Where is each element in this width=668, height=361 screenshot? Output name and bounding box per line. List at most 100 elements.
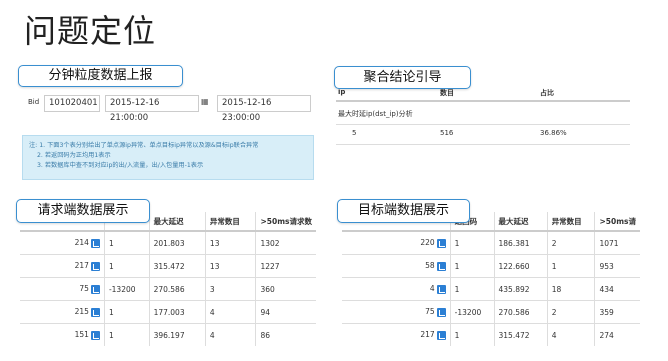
chart-link-icon[interactable] (90, 330, 100, 340)
table-row[interactable]: 75 -13200 270.586 3 360 (20, 277, 316, 301)
abnormal-count-cell: 2 (546, 230, 595, 255)
table-row[interactable]: 217 1 315.472 4 274 (342, 323, 640, 346)
calendar-icon[interactable]: ▦ (201, 97, 209, 106)
ip-cell: 75 (342, 300, 451, 324)
section-label-upload: 分钟粒度数据上报 (18, 65, 183, 87)
section-label-target: 目标端数据展示 (337, 199, 470, 223)
note-line: 3. 若数据库中查不到对应ip的出/入流量，出/入包量用-1表示 (37, 162, 204, 169)
chart-link-icon[interactable] (90, 261, 100, 271)
abnormal-count-cell: 13 (204, 230, 256, 255)
divider (336, 124, 630, 125)
ip-cell: 215 (20, 300, 105, 324)
max-delay-cell: 122.660 (493, 254, 548, 278)
chart-link-icon[interactable] (436, 284, 446, 294)
ip-cell: 220 (342, 230, 451, 255)
chart-link-icon[interactable] (90, 238, 100, 248)
slow-request-cell: 86 (255, 323, 316, 346)
code-cell: 1 (103, 323, 150, 346)
max-delay-cell: 315.472 (148, 254, 206, 278)
chart-link-icon[interactable] (436, 307, 446, 317)
table-row[interactable]: 217 1 315.472 13 1227 (20, 254, 316, 278)
conclusion-header-count: 数目 (440, 89, 454, 97)
ip-cell: 217 (20, 254, 105, 278)
abnormal-count-cell: 4 (204, 323, 256, 346)
chart-link-icon[interactable] (436, 330, 446, 340)
chart-link-icon[interactable] (90, 307, 100, 317)
divider (336, 100, 630, 102)
code-cell: 1 (449, 277, 495, 301)
max-delay-cell: 177.003 (148, 300, 206, 324)
note-box: 注: 1. 下面3个表分别给出了单点源ip异常、单点目标ip异常以及源&目标ip… (22, 135, 314, 180)
max-delay-cell: 396.197 (148, 323, 206, 346)
col-header: 异常数目 (546, 212, 595, 232)
conclusion-header-ratio: 占比 (540, 89, 554, 97)
table-row[interactable]: 58 1 122.660 1 953 (342, 254, 640, 278)
code-cell: 1 (103, 230, 150, 255)
conclusion-ip-value: 5 (352, 129, 357, 137)
bid-input[interactable]: 101020401 (44, 95, 100, 112)
code-cell: 1 (103, 254, 150, 278)
section-label-request: 请求端数据展示 (16, 199, 150, 223)
chart-link-icon[interactable] (436, 238, 446, 248)
code-cell: 1 (449, 230, 495, 255)
ip-cell: 75 (20, 277, 105, 301)
table-row[interactable]: 4 1 435.892 18 434 (342, 277, 640, 301)
slow-request-cell: 1227 (255, 254, 316, 278)
ip-cell: 58 (342, 254, 451, 278)
conclusion-subtitle: 最大时延ip(dst_ip)分析 (338, 110, 413, 118)
abnormal-count-cell: 18 (546, 277, 595, 301)
ip-cell: 4 (342, 277, 451, 301)
col-header: 最大延迟 (148, 212, 206, 232)
table-row[interactable]: 75 -13200 270.586 2 359 (342, 300, 640, 324)
col-header: 异常数目 (204, 212, 256, 232)
max-delay-cell: 186.381 (493, 230, 548, 255)
end-time-input[interactable]: 2015-12-16 23:00:00 (217, 95, 311, 123)
abnormal-count-cell: 4 (546, 323, 595, 346)
max-delay-cell: 201.803 (148, 230, 206, 255)
slow-request-cell: 94 (255, 300, 316, 324)
slow-request-cell: 953 (594, 254, 640, 278)
ip-cell: 214 (20, 230, 105, 255)
slow-request-cell: 359 (594, 300, 640, 324)
code-cell: 1 (103, 300, 150, 324)
table-row[interactable]: 215 1 177.003 4 94 (20, 300, 316, 324)
max-delay-cell: 270.586 (493, 300, 548, 324)
conclusion-ratio-value: 36.86% (540, 129, 567, 137)
max-delay-cell: 270.586 (148, 277, 206, 301)
note-line: 注: 1. 下面3个表分别给出了单点源ip异常、单点目标ip异常以及源&目标ip… (29, 142, 259, 149)
slow-request-cell: 1071 (594, 230, 640, 255)
col-header: >50ms请求数 (255, 212, 316, 232)
slow-request-cell: 360 (255, 277, 316, 301)
table-row[interactable]: 151 1 396.197 4 86 (20, 323, 316, 346)
code-cell: 1 (449, 323, 495, 346)
abnormal-count-cell: 2 (546, 300, 595, 324)
conclusion-count-value: 516 (440, 129, 454, 137)
chart-link-icon[interactable] (436, 261, 446, 271)
start-time-input[interactable]: 2015-12-16 21:00:00 (105, 95, 199, 123)
max-delay-cell: 435.892 (493, 277, 548, 301)
abnormal-count-cell: 1 (546, 254, 595, 278)
slow-request-cell: 434 (594, 277, 640, 301)
max-delay-cell: 315.472 (493, 323, 548, 346)
note-line: 2. 若返回码为正均用1表示 (37, 152, 111, 159)
ip-cell: 217 (342, 323, 451, 346)
slow-request-cell: 274 (594, 323, 640, 346)
table-row[interactable]: 220 1 186.381 2 1071 (342, 230, 640, 255)
abnormal-count-cell: 13 (204, 254, 256, 278)
code-cell: -13200 (103, 277, 150, 301)
slow-request-cell: 1302 (255, 230, 316, 255)
request-table: 最大延迟 异常数目 >50ms请求数 214 1 201.803 13 1302… (20, 212, 316, 346)
col-header: 最大延迟 (493, 212, 548, 232)
code-cell: -13200 (449, 300, 495, 324)
ip-cell: 151 (20, 323, 105, 346)
section-label-conclusion: 聚合结论引导 (334, 66, 471, 89)
abnormal-count-cell: 4 (204, 300, 256, 324)
chart-link-icon[interactable] (90, 284, 100, 294)
target-table: 返回码 最大延迟 异常数目 >50ms请 220 1 186.381 2 107… (342, 212, 640, 346)
divider (336, 144, 630, 145)
table-row[interactable]: 214 1 201.803 13 1302 (20, 230, 316, 255)
page-title: 问题定位 (24, 12, 157, 50)
code-cell: 1 (449, 254, 495, 278)
bid-label: Bid (28, 98, 40, 106)
conclusion-panel: ip 数目 占比 最大时延ip(dst_ip)分析 5 516 36.86% (336, 84, 630, 166)
